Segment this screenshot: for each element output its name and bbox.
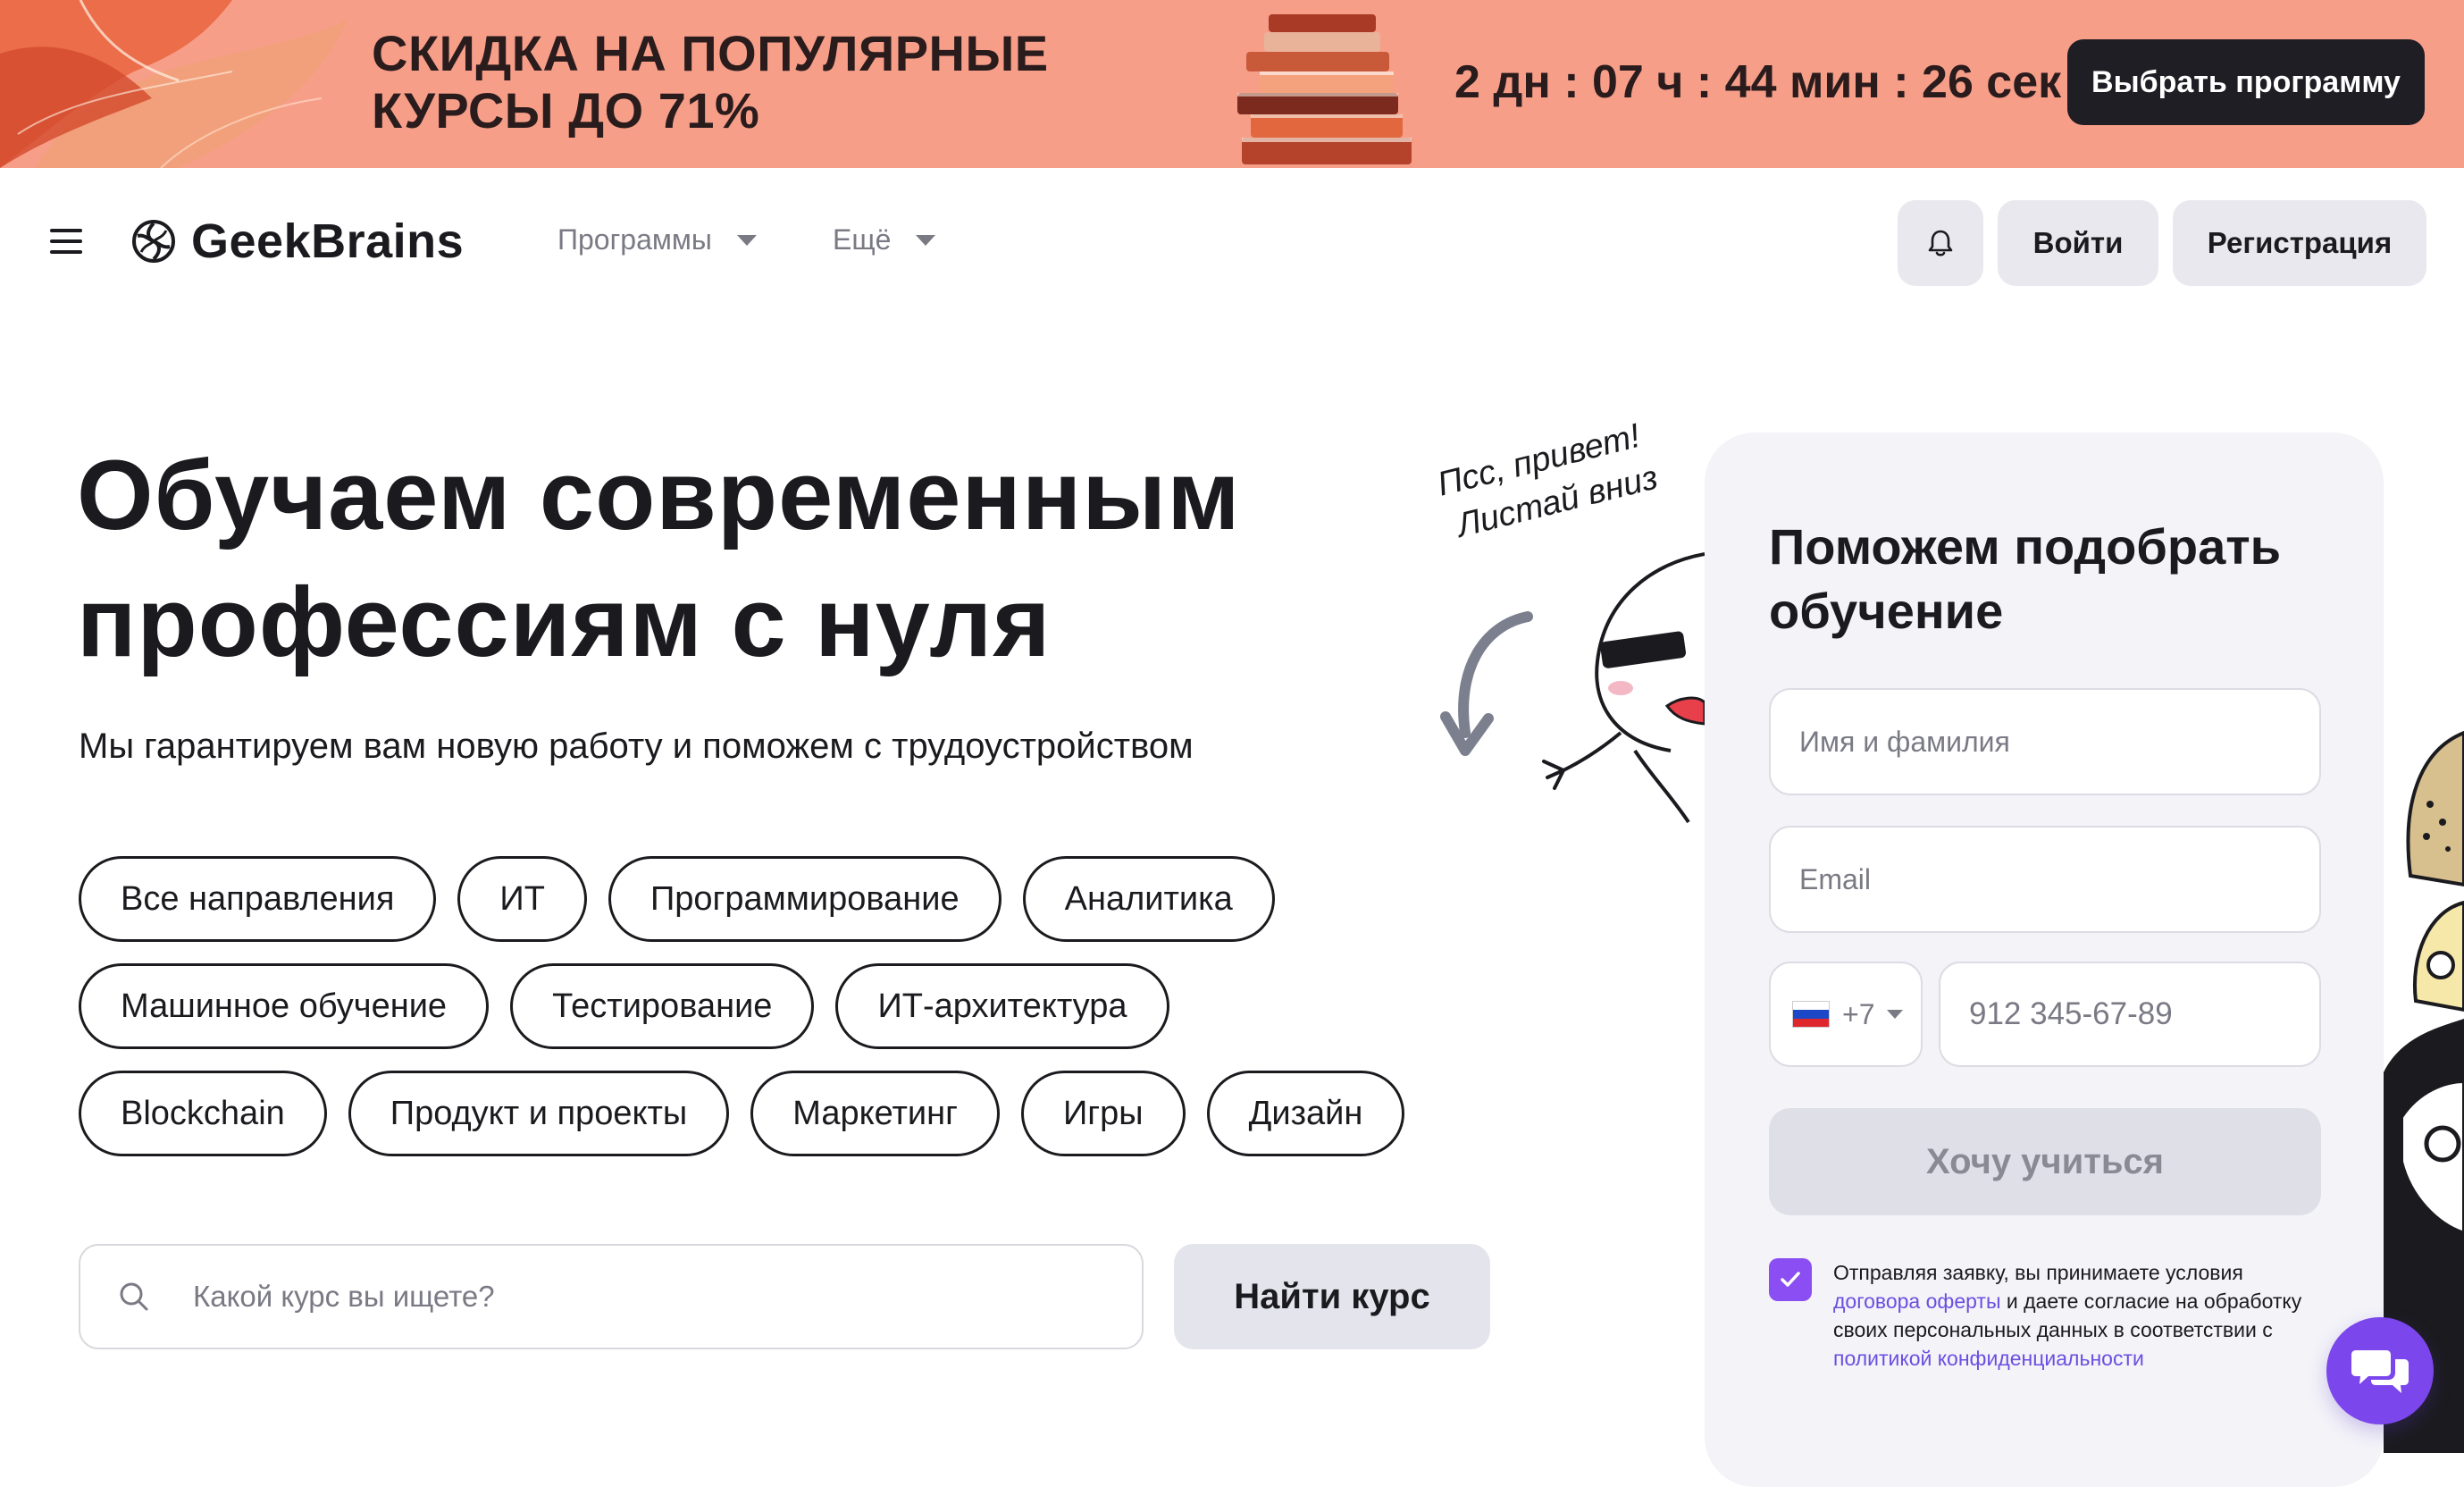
tag-blockchain[interactable]: Blockchain (79, 1071, 327, 1156)
chat-button[interactable] (2326, 1317, 2434, 1424)
nav-label: Программы (557, 223, 712, 256)
register-button[interactable]: Регистрация (2173, 200, 2426, 286)
menu-icon[interactable] (50, 229, 82, 254)
hero-subtitle: Мы гарантируем вам новую работу и поможе… (79, 727, 1194, 766)
checkmark-icon (1781, 1272, 1800, 1287)
country-code-select[interactable]: +7 (1769, 962, 1923, 1067)
course-search (79, 1244, 1144, 1349)
nav-programs[interactable]: Программы (557, 223, 757, 256)
consent-checkbox[interactable] (1769, 1258, 1812, 1301)
country-code: +7 (1842, 997, 1875, 1030)
phone-field (1939, 962, 2321, 1067)
search-icon (120, 1282, 148, 1311)
chat-bubbles-icon (2351, 1350, 2409, 1393)
chevron-down-icon (736, 234, 757, 246)
tag-all[interactable]: Все направления (79, 856, 437, 942)
tag-testing[interactable]: Тестирование (510, 963, 815, 1049)
brain-logo-icon (132, 220, 175, 263)
tag-row: Машинное обучение Тестирование ИТ-архите… (79, 963, 1526, 1049)
tag-product[interactable]: Продукт и проекты (348, 1071, 730, 1156)
nav-label: Ещё (833, 223, 892, 256)
lead-form-card: Поможем подобрать обучение +7 Хочу учить… (1705, 433, 2384, 1487)
form-title: Поможем подобрать обучение (1769, 518, 2282, 639)
tag-design[interactable]: Дизайн (1206, 1071, 1405, 1156)
submit-button[interactable]: Хочу учиться (1769, 1108, 2321, 1215)
login-button[interactable]: Войти (1998, 200, 2158, 286)
hero-title: Обучаем современным профессиям с нуля (77, 433, 1417, 686)
tag-row: Все направления ИТ Программирование Анал… (79, 856, 1526, 942)
logo-text: GeekBrains (191, 214, 465, 268)
offer-agreement-link[interactable]: договора оферты (1833, 1290, 2000, 1313)
email-field (1769, 826, 2321, 933)
hero-title-line: профессиям с нуля (77, 567, 1052, 677)
autumn-leaves-illustration (0, 0, 348, 168)
russia-flag-icon (1792, 1001, 1830, 1028)
search-input[interactable] (191, 1279, 995, 1315)
tag-analytics[interactable]: Аналитика (1022, 856, 1275, 942)
email-input[interactable] (1798, 861, 2319, 897)
promo-banner: СКИДКА НА ПОПУЛЯРНЫЕ КУРСЫ ДО 71% 2 дн :… (0, 0, 2464, 168)
books-stack-illustration (1237, 14, 1412, 164)
consent-text: Отправляя заявку, вы принимаете условия … (1833, 1258, 2305, 1373)
tag-games[interactable]: Игры (1020, 1071, 1186, 1156)
notifications-button[interactable] (1898, 200, 1983, 286)
chevron-down-icon (916, 234, 936, 246)
geekbrains-logo[interactable]: GeekBrains (130, 214, 464, 268)
tag-it-architecture[interactable]: ИТ-архитектура (835, 963, 1169, 1049)
phone-input[interactable] (1967, 996, 2319, 1033)
promo-title-line: КУРСЫ ДО 71% (372, 82, 760, 139)
hero-title-line: Обучаем современным (77, 441, 1241, 550)
tag-programming[interactable]: Программирование (608, 856, 1002, 942)
tag-marketing[interactable]: Маркетинг (750, 1071, 1000, 1156)
privacy-policy-link[interactable]: политикой конфиденциальности (1833, 1347, 2144, 1370)
choose-program-button[interactable]: Выбрать программу (2067, 39, 2425, 125)
mascot-illustration (1440, 552, 1706, 824)
find-course-button[interactable]: Найти курс (1174, 1244, 1490, 1349)
consent-text-part: Отправляя заявку, вы принимаете условия (1833, 1261, 2243, 1284)
tag-it[interactable]: ИТ (457, 856, 587, 942)
category-tags: Все направления ИТ Программирование Анал… (79, 856, 1526, 1178)
bell-icon (1928, 230, 1953, 256)
chevron-down-icon (1887, 1010, 1904, 1019)
promo-title: СКИДКА НА ПОПУЛЯРНЫЕ КУРСЫ ДО 71% (372, 25, 1049, 139)
promo-title-line: СКИДКА НА ПОПУЛЯРНЫЕ (372, 25, 1049, 81)
consent-block: Отправляя заявку, вы принимаете условия … (1769, 1258, 2305, 1373)
site-header: GeekBrains Программы Ещё Войти Регистрац… (0, 168, 2464, 315)
nav-more[interactable]: Ещё (833, 223, 936, 256)
name-input[interactable] (1798, 724, 2319, 760)
tag-machine-learning[interactable]: Машинное обучение (79, 963, 490, 1049)
name-field (1769, 688, 2321, 795)
countdown-timer: 2 дн : 07 ч : 44 мин : 26 сек (1454, 56, 2062, 108)
tag-row: Blockchain Продукт и проекты Маркетинг И… (79, 1071, 1526, 1156)
